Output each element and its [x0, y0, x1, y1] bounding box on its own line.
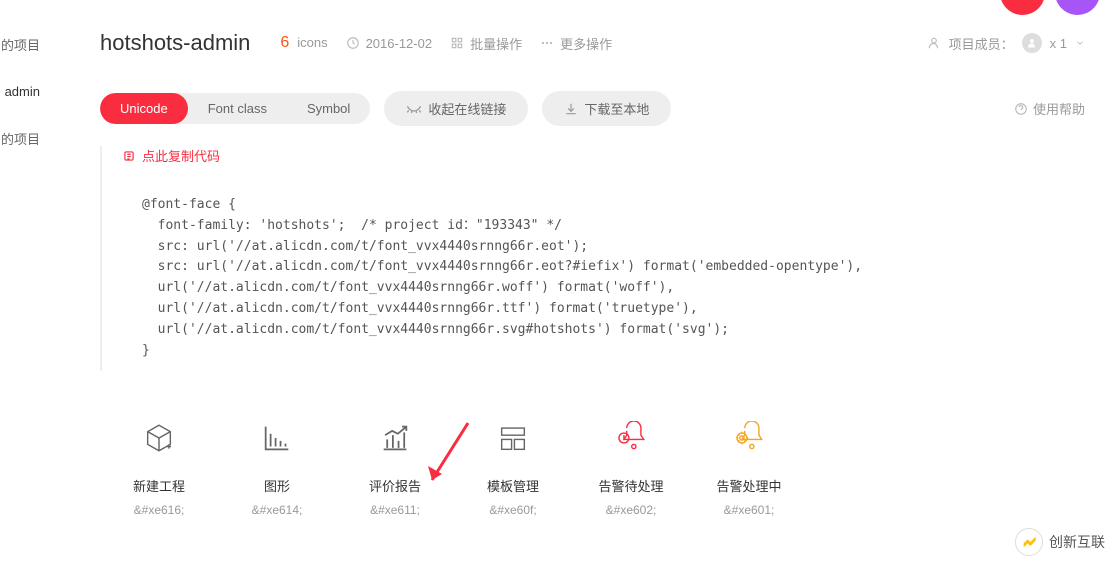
icon-item-alarm-processing[interactable]: 告警处理中 &#xe601;: [690, 421, 808, 517]
tab-fontclass[interactable]: Font class: [188, 93, 287, 124]
more-icon: [540, 36, 554, 50]
user-icon: [927, 36, 941, 50]
trend-chart-icon: [378, 421, 412, 455]
more-action[interactable]: 更多操作: [540, 34, 612, 53]
icon-unicode: &#xe616;: [100, 503, 218, 517]
icon-item-chart[interactable]: 图形 &#xe614;: [218, 421, 336, 517]
tab-symbol[interactable]: Symbol: [287, 93, 370, 124]
icon-item-template[interactable]: 模板管理 &#xe60f;: [454, 421, 572, 517]
project-members[interactable]: 项目成员： x 1: [927, 33, 1085, 53]
layout-icon: [496, 421, 530, 455]
download-button[interactable]: 下载至本地: [542, 91, 671, 126]
batch-action[interactable]: 批量操作: [450, 34, 522, 53]
members-label: 项目成员：: [949, 34, 1014, 53]
help-link[interactable]: 使用帮助: [1014, 99, 1085, 118]
icon-label: 评价报告: [336, 476, 454, 495]
icon-item-report[interactable]: 评价报告 &#xe611;: [336, 421, 454, 517]
avatar: [1022, 33, 1042, 53]
bell-gear-icon: [732, 421, 766, 455]
copy-code-button[interactable]: 点此复制代码: [122, 146, 1085, 165]
clock-icon: [346, 36, 360, 50]
members-count: x 1: [1050, 36, 1067, 51]
icon-grid: 新建工程 &#xe616; 图形 &#xe614; 评价报告 &#xe611; …: [100, 421, 1085, 517]
icon-label: 模板管理: [454, 476, 572, 495]
sidebar: 的项目 admin 的项目: [0, 0, 55, 178]
icon-label: 告警待处理: [572, 476, 690, 495]
sidebar-item-projects-2[interactable]: 的项目: [0, 129, 55, 148]
icon-unicode: &#xe602;: [572, 503, 690, 517]
icon-label: 图形: [218, 476, 336, 495]
bar-chart-icon: [260, 421, 294, 455]
collapse-link-button[interactable]: 收起在线链接: [384, 91, 528, 126]
icon-unicode: &#xe60f;: [454, 503, 572, 517]
toolbar: Unicode Font class Symbol 收起在线链接 下载至本地 使…: [100, 91, 1085, 126]
icon-label: 告警处理中: [690, 476, 808, 495]
header-circle-purple: [1055, 0, 1100, 15]
code-panel: 点此复制代码 @font-face { font-family: 'hotsho…: [100, 146, 1085, 371]
icon-item-alarm-pending[interactable]: 告警待处理 &#xe602;: [572, 421, 690, 517]
icon-unicode: &#xe614;: [218, 503, 336, 517]
icon-label: 新建工程: [100, 476, 218, 495]
icon-unicode: &#xe611;: [336, 503, 454, 517]
eye-closed-icon: [406, 104, 422, 114]
icon-count: 6: [280, 34, 289, 51]
watermark: 创新互联: [1015, 528, 1105, 556]
help-icon: [1014, 102, 1028, 116]
cube-plus-icon: [142, 421, 176, 455]
icon-item-new-project[interactable]: 新建工程 &#xe616;: [100, 421, 218, 517]
bell-alert-icon: [614, 421, 648, 455]
download-icon: [564, 102, 578, 116]
code-content: @font-face { font-family: 'hotshots'; /*…: [122, 185, 1085, 371]
project-date: 2016-12-02: [346, 36, 433, 51]
project-header: hotshots-admin 6 icons 2016-12-02 批量操作 更…: [100, 30, 1085, 56]
header-circle-red: [1000, 0, 1045, 15]
tab-unicode[interactable]: Unicode: [100, 93, 188, 124]
watermark-icon: [1015, 528, 1043, 556]
icon-count-label: icons: [297, 35, 327, 50]
sidebar-item-admin[interactable]: admin: [0, 84, 55, 99]
sidebar-item-my-projects[interactable]: 的项目: [0, 35, 55, 54]
copy-icon: [122, 149, 136, 163]
batch-icon: [450, 36, 464, 50]
project-title: hotshots-admin: [100, 30, 250, 56]
chevron-down-icon: [1075, 38, 1085, 48]
format-tabs: Unicode Font class Symbol: [100, 93, 370, 124]
icon-unicode: &#xe601;: [690, 503, 808, 517]
